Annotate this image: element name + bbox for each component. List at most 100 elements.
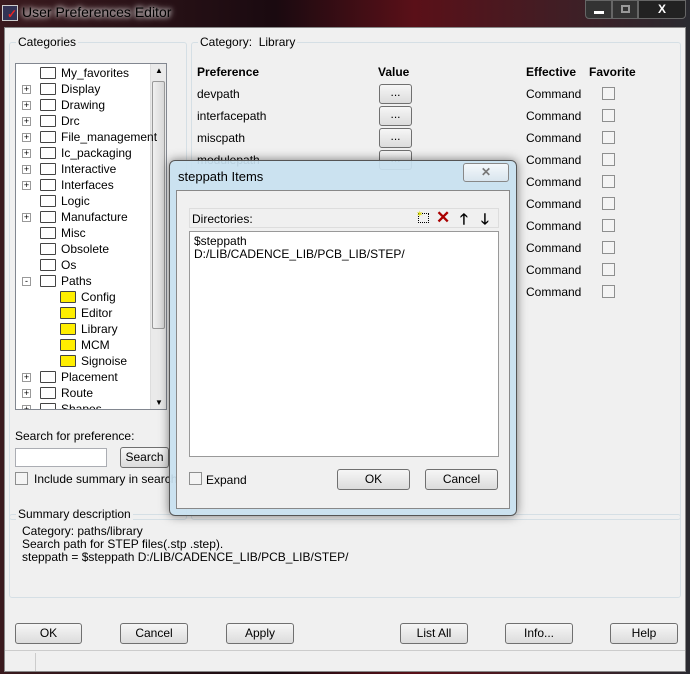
search-button[interactable]: Search xyxy=(120,447,169,468)
tree-item-label: File_management xyxy=(61,130,158,144)
main-window: ✓ User Preferences Editor X Categories ▲… xyxy=(0,0,690,674)
scroll-up-arrow[interactable]: ▲ xyxy=(155,66,163,75)
window-title: User Preferences Editor xyxy=(22,4,172,20)
value-button[interactable]: ... xyxy=(379,128,412,148)
delete-icon[interactable]: ✕ xyxy=(436,208,450,228)
header-favorite: Favorite xyxy=(589,65,636,79)
category-legend: Category: Library xyxy=(198,35,298,49)
header-effective: Effective xyxy=(526,65,577,79)
scroll-down-arrow[interactable]: ▼ xyxy=(155,398,163,407)
dialog-title: steppath Items xyxy=(178,169,264,184)
summary-legend: Summary description xyxy=(16,507,133,521)
directories-list[interactable]: $steppath D:/LIB/CADENCE_LIB/PCB_LIB/STE… xyxy=(189,231,499,457)
expand-icon[interactable]: + xyxy=(22,101,31,110)
folder-icon xyxy=(40,227,56,239)
tree-item-label: Interfaces xyxy=(61,178,114,192)
favorite-checkbox[interactable] xyxy=(602,175,615,188)
favorite-checkbox[interactable] xyxy=(602,109,615,122)
tree-item-label: Interactive xyxy=(61,162,117,176)
new-folder-icon[interactable]: ✶ xyxy=(416,209,429,223)
effective-value: Command xyxy=(526,131,582,145)
dialog-close-button[interactable]: ✕ xyxy=(463,163,509,182)
tree-item-label: Route xyxy=(61,386,94,400)
tree-item-label: Display xyxy=(61,82,101,96)
favorite-checkbox[interactable] xyxy=(602,131,615,144)
directories-label: Directories: xyxy=(192,212,253,226)
dialog-ok-button[interactable]: OK xyxy=(337,469,410,490)
tree-scrollbar[interactable]: ▲ ▼ xyxy=(150,64,166,409)
list-all-button[interactable]: List All xyxy=(400,623,468,644)
folder-icon xyxy=(40,147,56,159)
folder-icon xyxy=(40,67,56,79)
expand-icon[interactable]: + xyxy=(22,133,31,142)
include-summary-checkbox[interactable] xyxy=(15,472,28,485)
folder-icon xyxy=(40,131,56,143)
effective-value: Command xyxy=(526,175,582,189)
folder-icon xyxy=(40,403,56,409)
collapse-icon[interactable]: - xyxy=(22,277,31,286)
tree-item-label: Shapes xyxy=(61,402,102,410)
favorite-checkbox[interactable] xyxy=(602,153,615,166)
favorite-checkbox[interactable] xyxy=(602,241,615,254)
expand-icon[interactable]: + xyxy=(22,389,31,398)
tree-item-label: My_favorites xyxy=(61,66,130,80)
maximize-button[interactable] xyxy=(612,0,638,19)
scroll-thumb[interactable] xyxy=(152,81,165,329)
tree-item-label: Placement xyxy=(61,370,118,384)
minimize-button[interactable] xyxy=(585,0,612,19)
folder-icon xyxy=(60,355,76,367)
folder-icon xyxy=(40,99,56,111)
close-button[interactable]: X xyxy=(638,0,686,19)
tree-item-label: Manufacture xyxy=(61,210,128,224)
favorite-checkbox[interactable] xyxy=(602,219,615,232)
folder-icon xyxy=(40,195,56,207)
directories-toolbar: Directories: ✶ ✕ 🡑 🡓 xyxy=(189,208,499,228)
expand-icon[interactable]: + xyxy=(22,117,31,126)
value-button[interactable]: ... xyxy=(379,84,412,104)
favorite-checkbox[interactable] xyxy=(602,197,615,210)
expand-icon[interactable]: + xyxy=(22,213,31,222)
ok-button[interactable]: OK xyxy=(15,623,82,644)
tree-item-label: Paths xyxy=(61,274,92,288)
preference-name: miscpath xyxy=(197,131,246,145)
expand-icon[interactable]: + xyxy=(22,149,31,158)
dialog-cancel-button[interactable]: Cancel xyxy=(425,469,498,490)
help-button[interactable]: Help xyxy=(610,623,678,644)
tree-item-label: MCM xyxy=(81,338,110,352)
expand-checkbox[interactable] xyxy=(189,472,202,485)
tree-item-label: Os xyxy=(61,258,77,272)
category-prefix: Category: xyxy=(200,35,253,49)
expand-icon[interactable]: + xyxy=(22,405,31,409)
include-summary-label: Include summary in search xyxy=(34,472,178,486)
preference-name: interfacepath xyxy=(197,109,267,123)
value-button[interactable]: ... xyxy=(379,106,412,126)
folder-icon xyxy=(60,291,76,303)
folder-icon xyxy=(40,243,56,255)
info-button[interactable]: Info... xyxy=(505,623,573,644)
categories-tree[interactable]: ▲ ▼ My_favorites + Display + Drawing + Drc + Fil… xyxy=(15,63,167,410)
effective-value: Command xyxy=(526,241,582,255)
search-input[interactable] xyxy=(15,448,107,467)
effective-value: Command xyxy=(526,219,582,233)
favorite-checkbox[interactable] xyxy=(602,87,615,100)
cancel-button[interactable]: Cancel xyxy=(120,623,188,644)
folder-icon xyxy=(60,307,76,319)
expand-icon[interactable]: + xyxy=(22,373,31,382)
expand-icon[interactable]: + xyxy=(22,85,31,94)
steppath-items-dialog: steppath Items ✕ Directories: ✶ ✕ 🡑 🡓 $s… xyxy=(169,160,517,516)
tree-item-label: Signoise xyxy=(81,354,128,368)
summary-line: steppath = $steppath D:/LIB/CADENCE_LIB/… xyxy=(22,550,349,564)
folder-icon xyxy=(40,211,56,223)
effective-value: Command xyxy=(526,153,582,167)
expand-icon[interactable]: + xyxy=(22,165,31,174)
category-name: Library xyxy=(258,35,296,49)
tree-item-label: Config xyxy=(81,290,116,304)
tree-item-label: Drawing xyxy=(61,98,106,112)
directory-item[interactable]: D:/LIB/CADENCE_LIB/PCB_LIB/STEP/ xyxy=(194,248,494,261)
apply-button[interactable]: Apply xyxy=(226,623,294,644)
favorite-checkbox[interactable] xyxy=(602,263,615,276)
search-label: Search for preference: xyxy=(15,429,135,443)
expand-icon[interactable]: + xyxy=(22,181,31,190)
favorite-checkbox[interactable] xyxy=(602,285,615,298)
folder-icon xyxy=(40,387,56,399)
